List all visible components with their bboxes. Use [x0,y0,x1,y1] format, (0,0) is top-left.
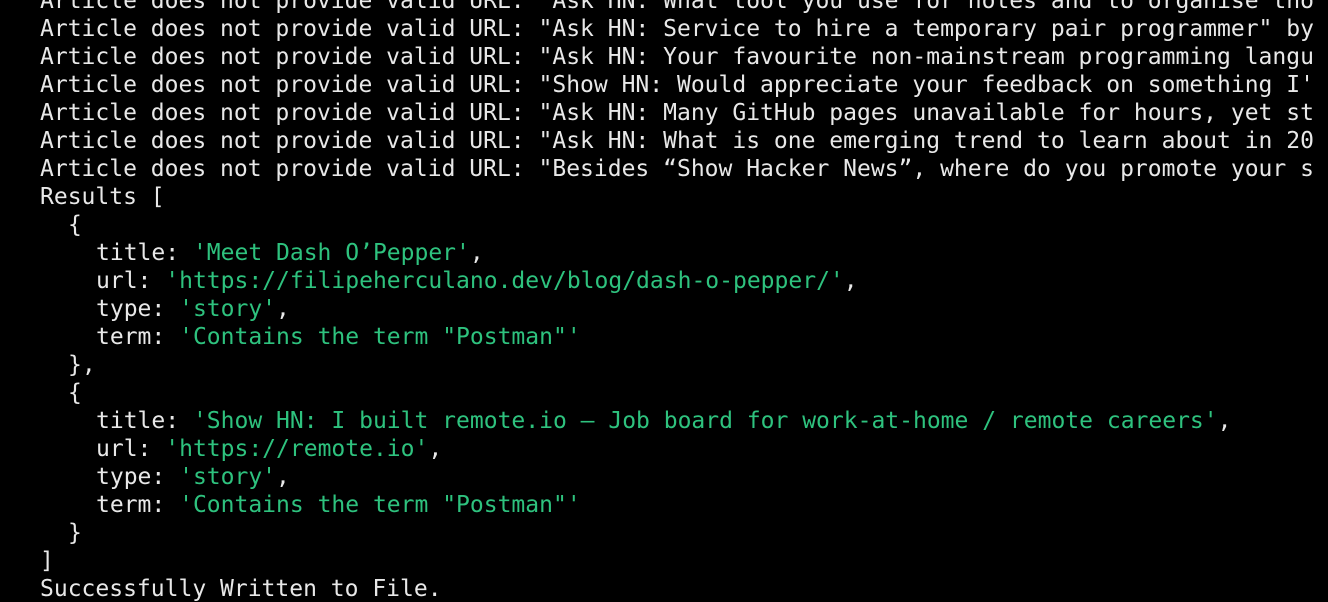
warning-line: Article does not provide valid URL: "Bes… [40,156,1314,182]
result-term-line: term: 'Contains the term "Postman"' [40,323,1328,351]
comma: , [276,464,290,490]
comma: , [1217,408,1232,434]
result-title-line: title: 'Show HN: I built remote.io – Job… [40,407,1328,435]
comma: , [428,436,443,462]
object-open-brace: { [68,380,82,406]
result-type-value: 'story' [179,464,277,490]
result-url-line: url: 'https://remote.io', [40,435,1328,463]
result-url-value: 'https://remote.io' [165,436,429,462]
comma: , [276,296,290,322]
key-label: type: [96,464,180,490]
key-label: url: [96,436,166,462]
key-label: title: [96,408,193,434]
result-term-value: 'Contains the term "Postman"' [179,492,581,518]
warning-line: Article does not provide valid URL: "Ask… [40,16,1314,42]
result-term-line: term: 'Contains the term "Postman"' [40,491,1328,519]
result-title-value: 'Meet Dash O’Pepper' [192,240,470,266]
key-label: term: [96,492,180,518]
warning-line: Article does not provide valid URL: "Ask… [40,100,1314,126]
result-url-line: url: 'https://filipeherculano.dev/blog/d… [40,267,1328,295]
warning-line: Article does not provide valid URL: "Sho… [40,72,1314,98]
terminal-output: Article does not provide valid URL: "Ask… [40,0,1328,602]
terminal-window[interactable]: Article does not provide valid URL: "Ask… [0,0,1328,602]
key-label: term: [96,324,180,350]
warning-line: Article does not provide valid URL: "Ask… [40,0,1314,14]
key-label: type: [96,296,180,322]
result-title-line: title: 'Meet Dash O’Pepper', [40,239,1328,267]
result-type-value: 'story' [179,296,277,322]
object-open-brace: { [68,212,82,238]
key-label: url: [96,268,166,294]
object-close-brace: } [68,520,82,546]
success-message: Successfully Written to File. [40,576,442,602]
result-type-line: type: 'story', [40,463,1328,491]
result-term-value: 'Contains the term "Postman"' [179,324,581,350]
comma: , [843,268,858,294]
warning-line: Article does not provide valid URL: "Ask… [40,128,1314,154]
results-open: Results [ [40,184,165,210]
object-close-brace: }, [68,352,96,378]
result-title-value: 'Show HN: I built remote.io – Job board … [192,408,1218,434]
result-url-value: 'https://filipeherculano.dev/blog/dash-o… [165,268,844,294]
warning-line: Article does not provide valid URL: "Ask… [40,44,1314,70]
results-close: ] [40,548,54,574]
result-type-line: type: 'story', [40,295,1328,323]
comma: , [469,240,484,266]
key-label: title: [96,240,193,266]
